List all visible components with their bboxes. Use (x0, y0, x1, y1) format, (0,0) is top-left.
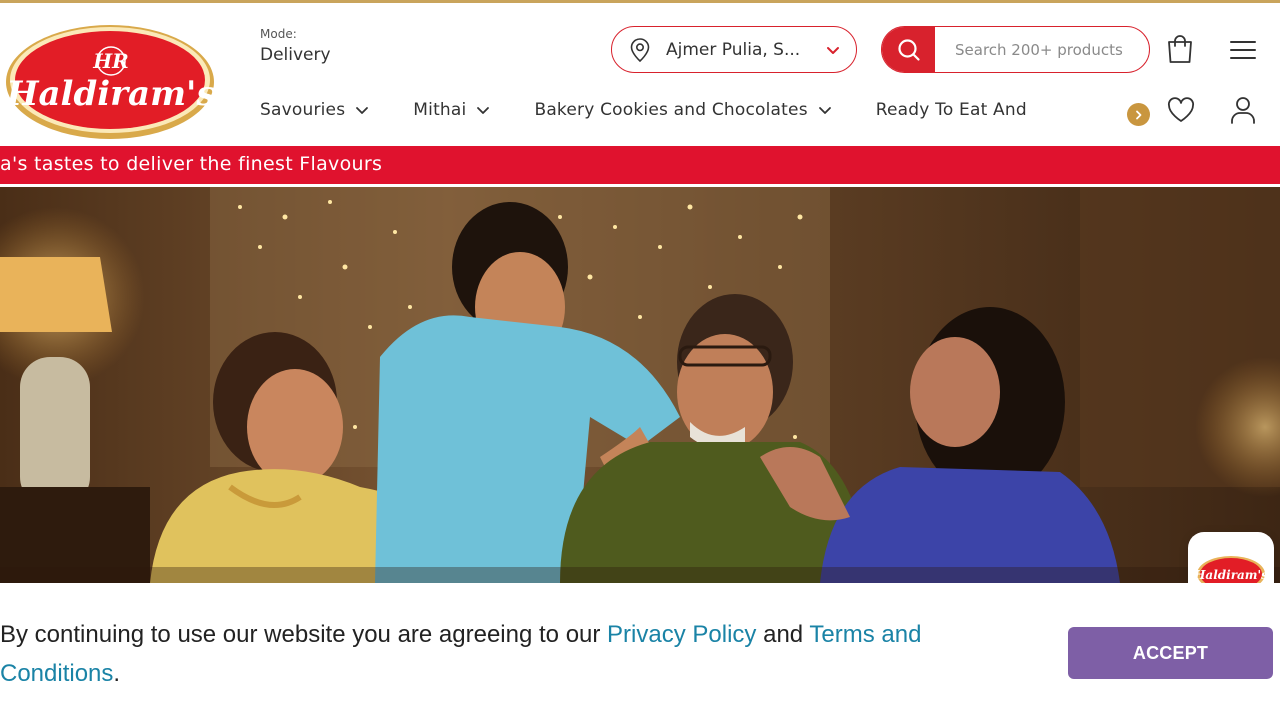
cookie-text-middle: and (756, 621, 810, 648)
menu-button[interactable] (1226, 35, 1260, 65)
search-input[interactable] (935, 27, 1149, 72)
nav-item-bakery[interactable]: Bakery Cookies and Chocolates (534, 100, 831, 120)
announcement-ticker: a's tastes to deliver the finest Flavour… (0, 146, 1280, 184)
mode-value: Delivery (260, 45, 331, 65)
chevron-down-icon (356, 107, 369, 114)
haldirams-logo[interactable]: HR Haldiram's (5, 23, 215, 141)
site-header: HR Haldiram's Mode: Delivery Ajmer Pulia… (0, 3, 1280, 146)
ticker-text: a's tastes to deliver the finest Flavour… (0, 153, 383, 175)
user-icon (1231, 97, 1255, 124)
account-button[interactable] (1226, 93, 1260, 127)
nav-item-label: Savouries (260, 100, 346, 120)
nav-item-savouries[interactable]: Savouries (260, 100, 369, 120)
location-selector[interactable]: Ajmer Pulia, S... (611, 26, 857, 73)
search-bar (881, 26, 1150, 73)
map-pin-icon (630, 37, 650, 62)
cart-button[interactable] (1163, 31, 1197, 67)
wishlist-button[interactable] (1163, 93, 1199, 127)
heart-icon (1168, 97, 1194, 122)
cookie-text-before: By continuing to use our website you are… (0, 621, 608, 648)
nav-item-label: Mithai (413, 100, 467, 120)
nav-item-mithai[interactable]: Mithai (413, 100, 490, 120)
logo-wordmark: Haldiram's (5, 74, 215, 114)
cookie-consent-banner: By continuing to use our website you are… (0, 583, 1280, 720)
chevron-right-icon (1135, 110, 1141, 119)
chevron-down-icon (818, 107, 831, 114)
shopping-bag-icon (1168, 35, 1192, 63)
hamburger-icon (1230, 41, 1256, 59)
hero-banner[interactable] (0, 187, 1280, 583)
cookie-message: By continuing to use our website you are… (0, 615, 1010, 693)
chevron-down-icon (827, 46, 839, 54)
cookie-text-after: . (113, 660, 121, 687)
nav-item-label: Bakery Cookies and Chocolates (534, 100, 808, 120)
mode-label: Mode: (260, 27, 297, 41)
chat-logo-text: Haldiram's (1196, 568, 1266, 582)
delivery-mode[interactable]: Mode: Delivery (260, 27, 331, 65)
search-button[interactable] (882, 27, 935, 72)
nav-item-ready-to-eat[interactable]: Ready To Eat And (876, 100, 1027, 120)
chevron-down-icon (477, 107, 490, 114)
nav-scroll-next-button[interactable] (1127, 103, 1150, 126)
accept-cookies-button[interactable]: ACCEPT (1068, 627, 1273, 679)
hero-family-photo (0, 187, 1280, 583)
nav-item-label: Ready To Eat And (875, 100, 1027, 120)
privacy-policy-link[interactable]: Privacy Policy (607, 621, 756, 648)
category-nav: Savouries Mithai Bakery Cookies and Choc… (260, 95, 1120, 125)
search-icon (897, 38, 920, 61)
location-text: Ajmer Pulia, S... (666, 39, 801, 60)
